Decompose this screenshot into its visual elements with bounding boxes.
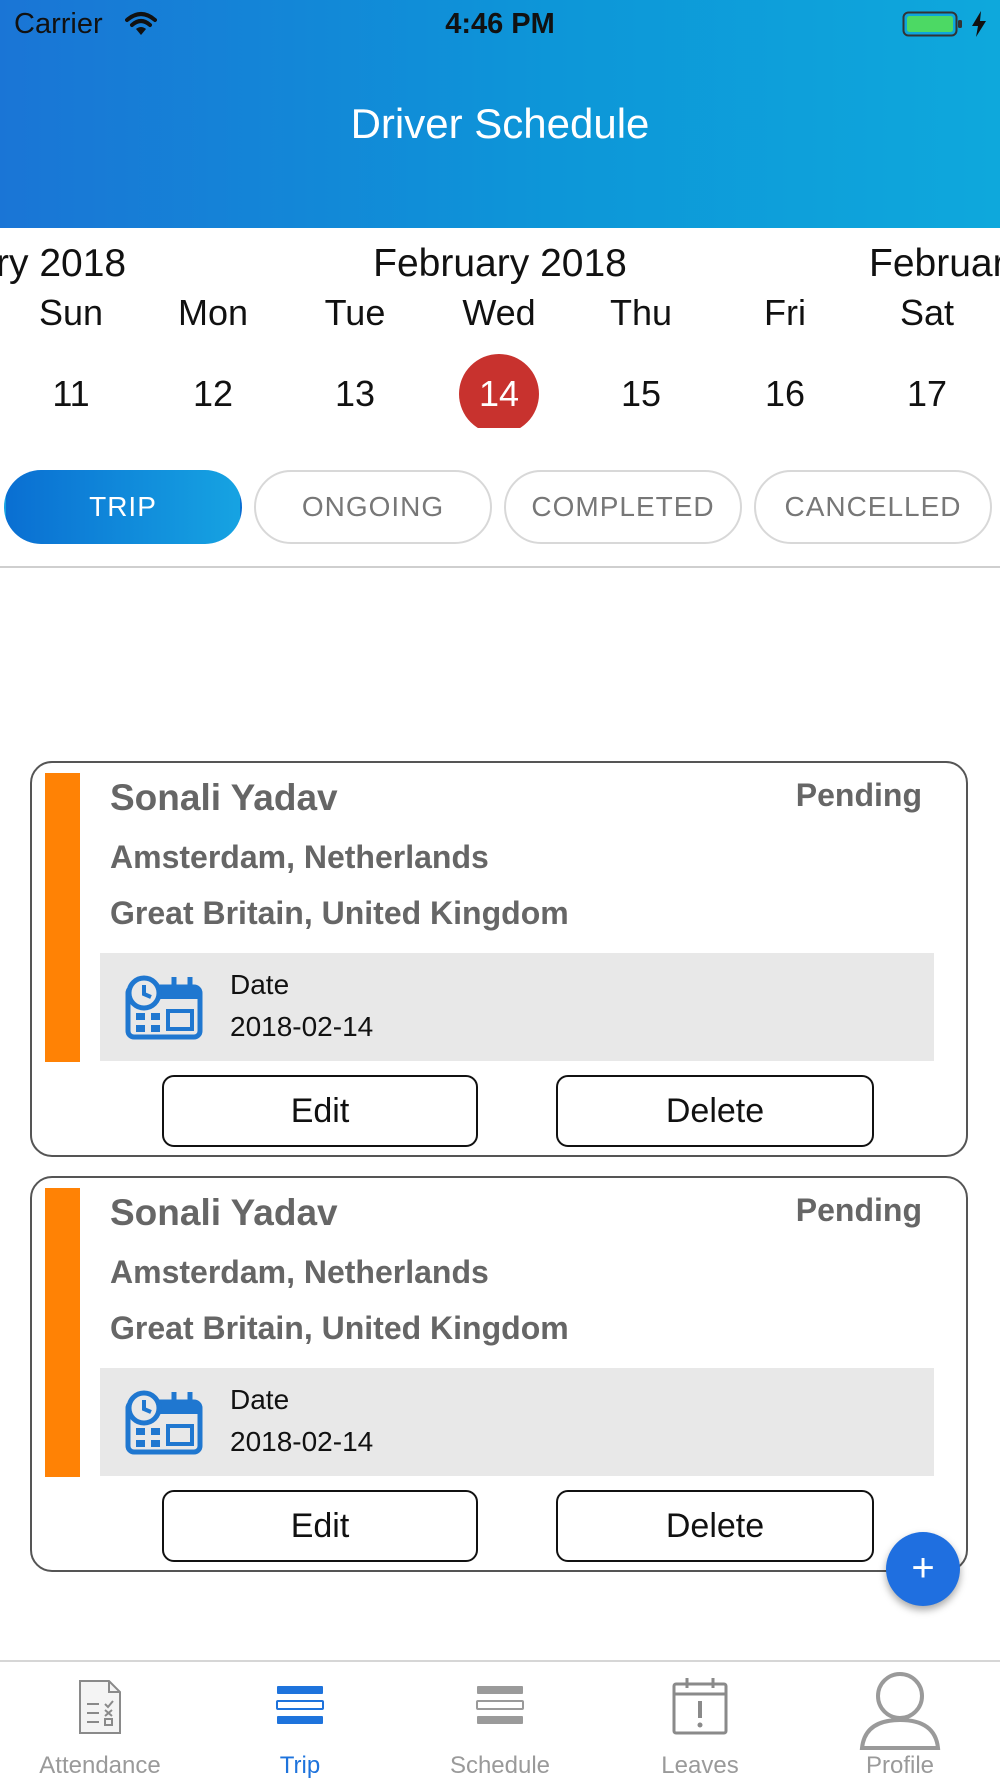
date-label: Date: [230, 969, 290, 1000]
trip-status-tabs: TRIP ONGOING COMPLETED CANCELLED: [0, 470, 1000, 546]
battery-icon: [902, 11, 962, 37]
day-name: Sun: [38, 292, 104, 333]
date-box: Date 2018-02-14: [100, 1368, 934, 1476]
delete-button[interactable]: Delete: [556, 1075, 874, 1147]
day-number: 13: [334, 373, 376, 414]
trip-status: Pending: [795, 777, 922, 813]
day-sun[interactable]: Sun 11: [16, 286, 126, 428]
tabs-divider: [0, 566, 1000, 568]
tabbar-label: Schedule: [449, 1752, 551, 1778]
calendar-clock-icon: [125, 1390, 203, 1455]
day-name: Tue: [324, 292, 386, 333]
tab-ongoing[interactable]: ONGOING: [254, 470, 492, 544]
date-box: Date 2018-02-14: [100, 953, 934, 1061]
tab-completed[interactable]: COMPLETED: [504, 470, 742, 544]
tabbar-label: Profile: [865, 1752, 935, 1778]
date-value: 2018-02-14: [230, 1011, 374, 1042]
pickup-location: Amsterdam, Netherlands: [110, 839, 489, 875]
tabbar-item-attendance[interactable]: Attendance: [0, 1662, 200, 1778]
trip-icon: [276, 1686, 324, 1724]
trip-card[interactable]: Sonali Yadav Pending Amsterdam, Netherla…: [30, 1176, 968, 1572]
day-thu[interactable]: Thu 15: [586, 286, 696, 428]
bottom-tab-bar: Attendance Trip Schedule Leaves Profile: [0, 1660, 1000, 1778]
day-name: Fri: [764, 292, 806, 333]
day-name: Mon: [177, 292, 249, 333]
date-value: 2018-02-14: [230, 1426, 374, 1457]
day-wed-selected[interactable]: Wed 14: [444, 286, 554, 428]
add-trip-button[interactable]: +: [886, 1532, 960, 1606]
schedule-icon: [476, 1686, 524, 1724]
edit-button[interactable]: Edit: [162, 1490, 478, 1562]
attendance-icon: [79, 1680, 121, 1734]
day-tue[interactable]: Tue 13: [300, 286, 410, 428]
delete-button[interactable]: Delete: [556, 1490, 874, 1562]
day-name: Sat: [899, 292, 955, 333]
day-sat[interactable]: Sat 17: [872, 286, 982, 428]
day-mon[interactable]: Mon 12: [158, 286, 268, 428]
tabbar-label: Leaves: [661, 1752, 739, 1778]
app-header: Carrier 4:46 PM Driver Schedule: [0, 0, 1000, 228]
day-fri[interactable]: Fri 16: [730, 286, 840, 428]
status-stripe: [45, 773, 80, 1062]
status-stripe: [45, 1188, 80, 1477]
profile-icon: [859, 1672, 941, 1750]
tabbar-label: Trip: [279, 1752, 321, 1778]
charging-icon: [972, 11, 986, 37]
page-title: Driver Schedule: [350, 100, 650, 147]
trip-status: Pending: [795, 1192, 922, 1228]
day-name: Thu: [609, 292, 673, 333]
selected-day-number: 14: [459, 354, 539, 428]
day-number: 11: [52, 373, 90, 414]
edit-button[interactable]: Edit: [162, 1075, 478, 1147]
day-number: 16: [764, 373, 806, 414]
driver-name: Sonali Yadav: [110, 1192, 338, 1233]
next-month-label: Februar: [869, 242, 1000, 285]
week-calendar[interactable]: ry 2018 February 2018 Februar Sun 11 Mon…: [0, 228, 1000, 428]
trip-card[interactable]: Sonali Yadav Pending Amsterdam, Netherla…: [30, 761, 968, 1157]
tabbar-item-schedule[interactable]: Schedule: [400, 1662, 600, 1778]
driver-name: Sonali Yadav: [110, 777, 338, 818]
tab-cancelled[interactable]: CANCELLED: [754, 470, 992, 544]
tabbar-label: Attendance: [39, 1752, 161, 1778]
current-month-label: February 2018: [373, 242, 627, 285]
day-number: 15: [620, 373, 662, 414]
tabbar-item-profile[interactable]: Profile: [800, 1662, 1000, 1778]
day-number: 12: [192, 373, 234, 414]
tabbar-item-leaves[interactable]: Leaves: [600, 1662, 800, 1778]
tab-trip[interactable]: TRIP: [4, 470, 242, 544]
pickup-location: Amsterdam, Netherlands: [110, 1254, 489, 1290]
date-label: Date: [230, 1384, 290, 1415]
day-number: 17: [906, 373, 948, 414]
day-name: Wed: [462, 292, 536, 333]
drop-location: Great Britain, United Kingdom: [110, 1310, 569, 1346]
leaves-icon: [672, 1678, 728, 1735]
tabbar-item-trip[interactable]: Trip: [200, 1662, 400, 1778]
calendar-clock-icon: [125, 975, 203, 1040]
clock-label: 4:46 PM: [445, 8, 555, 40]
drop-location: Great Britain, United Kingdom: [110, 895, 569, 931]
